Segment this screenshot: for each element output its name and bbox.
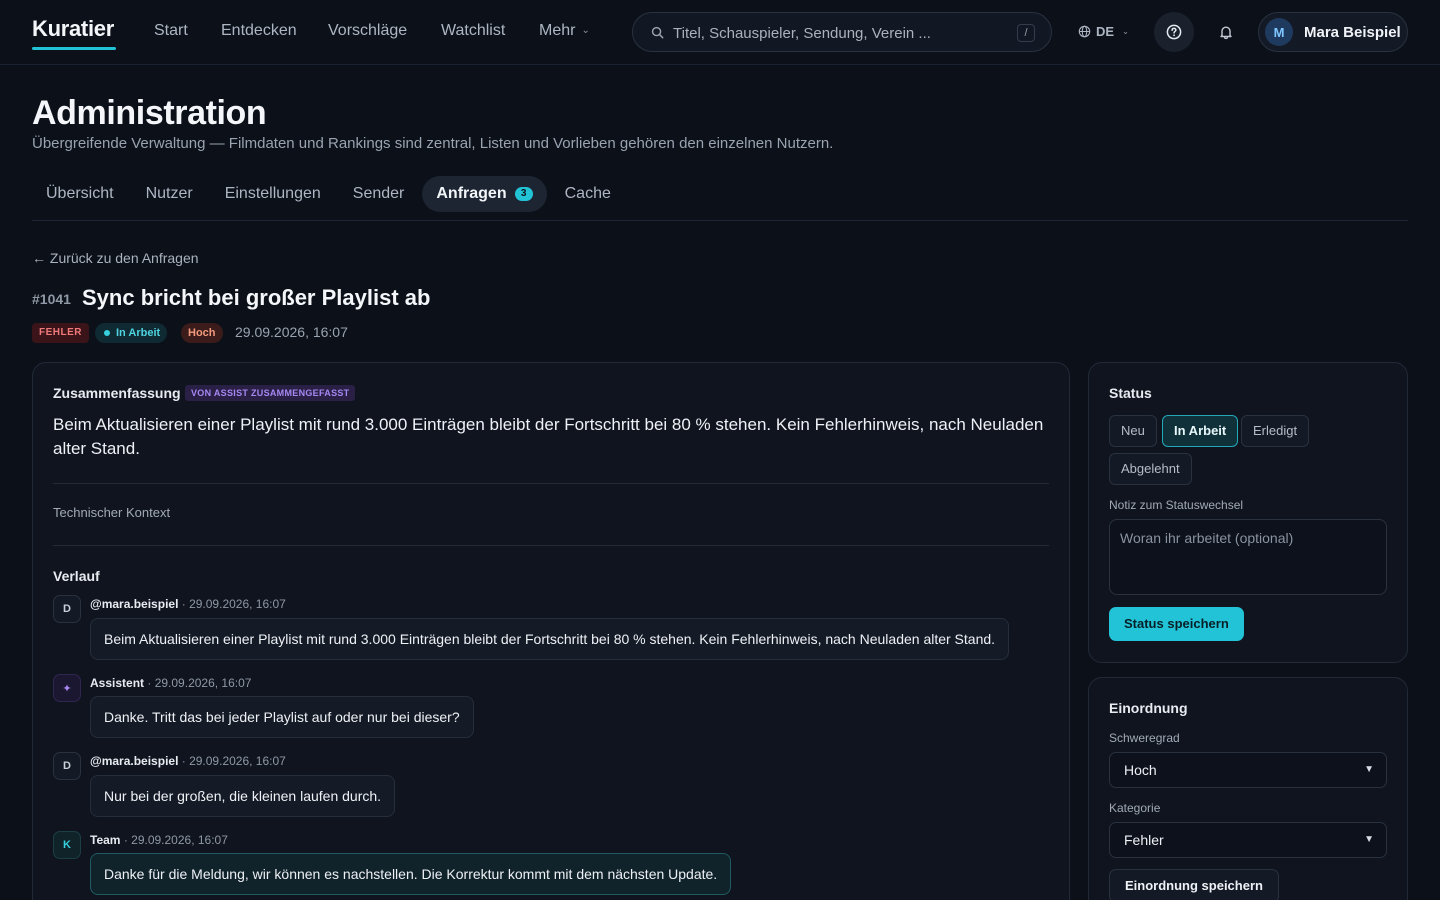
search-shortcut-hint: / <box>1017 24 1035 42</box>
admin-tabs: Übersicht Nutzer Einstellungen Sender An… <box>32 176 629 212</box>
tab-nutzer[interactable]: Nutzer <box>132 176 207 212</box>
status-option-in-arbeit[interactable]: In Arbeit <box>1162 415 1239 447</box>
user-menu-button[interactable]: M Mara Beispiel <box>1258 12 1408 52</box>
tab-count-badge: 3 <box>514 187 533 201</box>
nav-link-start[interactable]: Start <box>154 22 188 40</box>
category-label: Kategorie <box>1109 801 1161 815</box>
assistant-sparkle-icon: ✦ <box>53 674 81 702</box>
request-date: 29.09.2026, 16:07 <box>235 324 348 340</box>
status-badge: In Arbeit <box>95 323 168 343</box>
status-option-erledigt[interactable]: Erledigt <box>1241 415 1310 447</box>
status-note-field[interactable] <box>1109 519 1387 595</box>
type-badge: FEHLER <box>32 323 89 343</box>
search-input[interactable] <box>673 22 1003 44</box>
status-card-title: Status <box>1109 385 1152 401</box>
category-select[interactable]: Fehler ▼ <box>1109 822 1387 858</box>
tab-einstellungen[interactable]: Einstellungen <box>211 176 335 212</box>
page-subtitle: Übergreifende Verwaltung — Filmdaten und… <box>32 135 834 152</box>
category-value: Fehler <box>1124 832 1164 848</box>
language-switcher[interactable]: DE ⌄ <box>1078 24 1129 39</box>
message-bubble: Beim Aktualisieren einer Playlist mit ru… <box>90 618 1010 660</box>
priority-badge: Hoch <box>181 323 223 343</box>
tabs-divider <box>32 220 1408 221</box>
assist-summary-chip: VON ASSIST ZUSAMMENGEFASST <box>185 385 356 401</box>
page-title: Administration <box>32 94 267 132</box>
globe-icon <box>1078 25 1091 38</box>
message-time: · 29.09.2026, 16:07 <box>181 754 286 768</box>
message-author: Assistent <box>90 676 145 690</box>
severity-select[interactable]: Hoch ▼ <box>1109 752 1387 788</box>
chevron-down-icon: ▼ <box>1364 834 1374 845</box>
request-id: #1041 <box>32 291 71 307</box>
message-meta: @mara.beispiel · 29.09.2026, 16:07 <box>90 754 286 768</box>
message-bubble: Nur bei der großen, die kleinen laufen d… <box>90 775 396 817</box>
save-classification-button[interactable]: Einordnung speichern <box>1109 869 1279 900</box>
message-avatar: K <box>53 831 81 859</box>
message-meta: Team · 29.09.2026, 16:07 <box>90 833 228 847</box>
tab-cache[interactable]: Cache <box>551 176 625 212</box>
nav-link-vorschlaege[interactable]: Vorschläge <box>328 22 407 40</box>
summary-text: Beim Aktualisieren einer Playlist mit ru… <box>53 415 1044 458</box>
status-card: Status Neu In Arbeit Erledigt Abgelehnt … <box>1088 362 1408 663</box>
severity-value: Hoch <box>1124 762 1157 778</box>
nav-link-mehr[interactable]: Mehr ⌄ <box>539 22 590 40</box>
back-to-requests-link[interactable]: ← Zurück zu den Anfragen <box>32 250 199 266</box>
tab-uebersicht[interactable]: Übersicht <box>32 176 128 212</box>
chevron-down-icon: ▼ <box>1364 764 1374 775</box>
severity-label: Schweregrad <box>1109 731 1180 745</box>
help-icon <box>1166 24 1182 40</box>
status-option-abgelehnt[interactable]: Abgelehnt <box>1109 453 1192 485</box>
search-icon <box>651 26 664 39</box>
message-author: @mara.beispiel <box>90 754 179 768</box>
request-title: Sync bricht bei großer Playlist ab <box>82 285 431 310</box>
save-status-button[interactable]: Status speichern <box>1109 607 1244 641</box>
message-meta: @mara.beispiel · 29.09.2026, 16:07 <box>90 597 286 611</box>
message-time: · 29.09.2026, 16:07 <box>147 676 252 690</box>
chevron-down-icon: ⌄ <box>581 25 590 36</box>
user-name: Mara Beispiel <box>1304 23 1401 41</box>
history-label: Verlauf <box>53 568 100 584</box>
message-bubble: Danke. Tritt das bei jeder Playlist auf … <box>90 696 474 738</box>
divider <box>53 483 1049 484</box>
classification-card: Einordnung Schweregrad Hoch ▼ Kategorie … <box>1088 677 1408 900</box>
tab-anfragen[interactable]: Anfragen 3 <box>422 176 547 212</box>
technical-context-toggle[interactable]: Technischer Kontext <box>53 505 170 520</box>
help-button[interactable] <box>1154 12 1194 52</box>
message-avatar: D <box>53 752 81 780</box>
message-time: · 29.09.2026, 16:07 <box>123 833 228 847</box>
tab-anfragen-label: Anfragen <box>436 185 507 202</box>
nav-link-watchlist[interactable]: Watchlist <box>441 22 505 40</box>
avatar: M <box>1265 18 1293 46</box>
classification-card-title: Einordnung <box>1109 700 1188 716</box>
message-bubble: Danke für die Meldung, wir können es nac… <box>90 853 732 895</box>
message-author: @mara.beispiel <box>90 597 179 611</box>
message-avatar: D <box>53 595 81 623</box>
nav-link-mehr-label: Mehr <box>539 22 576 39</box>
request-detail-card: Zusammenfassung VON ASSIST ZUSAMMENGEFAS… <box>32 362 1070 900</box>
message-time: · 29.09.2026, 16:07 <box>181 597 286 611</box>
message-meta: Assistent · 29.09.2026, 16:07 <box>90 676 251 690</box>
notifications-button[interactable] <box>1206 12 1246 52</box>
app-logo[interactable]: Kuratier <box>32 16 114 42</box>
status-dot-icon <box>104 330 110 336</box>
chevron-down-icon: ⌄ <box>1122 27 1129 36</box>
search-box[interactable]: / <box>632 12 1052 52</box>
summary-label: Zusammenfassung <box>53 385 181 401</box>
top-navigation-bar: Kuratier Start Entdecken Vorschläge Watc… <box>0 0 1440 65</box>
status-badge-label: In Arbeit <box>116 327 161 339</box>
divider <box>53 545 1049 546</box>
bell-icon <box>1220 26 1232 40</box>
status-option-neu[interactable]: Neu <box>1109 415 1157 447</box>
nav-link-entdecken[interactable]: Entdecken <box>221 22 297 40</box>
logo-active-underline <box>32 47 116 50</box>
tab-sender[interactable]: Sender <box>339 176 419 212</box>
language-code: DE <box>1096 24 1115 39</box>
status-note-label: Notiz zum Statuswechsel <box>1109 498 1244 512</box>
message-author: Team <box>90 833 121 847</box>
